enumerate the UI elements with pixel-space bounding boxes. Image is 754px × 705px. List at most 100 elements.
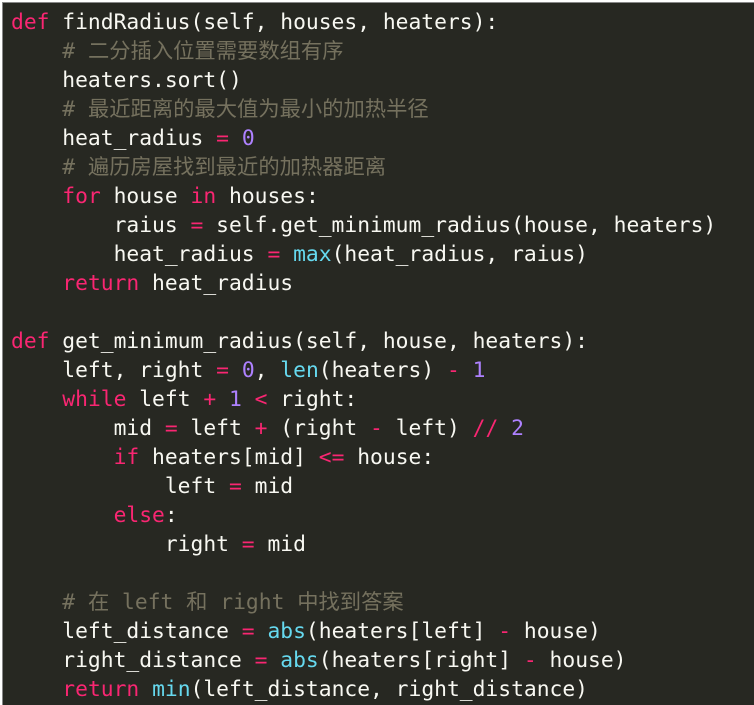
operator-token: = (216, 126, 229, 151)
code-text-token: mid (254, 532, 306, 557)
number-token: 0 (241, 126, 255, 151)
comment-token: # 在 left 和 right 中找到答案 (62, 590, 404, 615)
code-line[interactable]: if heaters[mid] <= house: (11, 443, 716, 472)
code-text-token: : (164, 503, 178, 528)
operator-token: + (203, 387, 217, 412)
code-line[interactable]: return heat_radius (11, 269, 716, 298)
code-line[interactable]: heaters.sort() (11, 66, 716, 95)
builtin-token: max (293, 242, 332, 267)
keyword-token: in (190, 184, 217, 209)
code-line[interactable]: for house in houses: (11, 182, 716, 211)
code-line[interactable]: else: (11, 501, 716, 530)
operator-token: - (446, 358, 460, 383)
operator-token: + (254, 416, 268, 441)
comment-token: # 遍历房屋找到最近的加热器距离 (62, 155, 387, 180)
code-line[interactable]: right = mid (11, 530, 716, 559)
code-text-token: right: (267, 387, 358, 412)
code-area[interactable]: def findRadius(self, houses, heaters): #… (11, 8, 716, 704)
code-text-token: left (11, 474, 229, 499)
code-text-token: (heaters[right] (318, 648, 524, 673)
operator-token: = (241, 532, 255, 557)
code-line[interactable] (11, 559, 716, 588)
code-line[interactable]: return min(left_distance, right_distance… (11, 675, 716, 704)
operator-token: = (254, 648, 268, 673)
code-text-token: (heat_radius, raius) (331, 242, 588, 267)
code-line[interactable]: while left + 1 < right: (11, 385, 716, 414)
code-text-token: self.get_minimum_radius(house, heaters) (203, 213, 717, 238)
code-text-token: , (254, 358, 281, 383)
code-text-token: houses: (216, 184, 319, 209)
builtin-token: min (152, 677, 191, 702)
code-line[interactable]: left = mid (11, 472, 716, 501)
operator-token: - (523, 648, 537, 673)
number-token: 2 (511, 416, 524, 441)
code-text-token: left (177, 416, 255, 441)
code-line[interactable]: heat_radius = 0 (11, 124, 716, 153)
builtin-token: abs (267, 619, 306, 644)
code-line[interactable] (11, 298, 716, 327)
builtin-token: len (280, 358, 319, 383)
number-token: 1 (229, 387, 242, 412)
operator-token: = (241, 619, 255, 644)
code-line[interactable]: # 二分插入位置需要数组有序 (11, 37, 716, 66)
code-text-token: heat_radius (11, 242, 268, 267)
code-line[interactable]: left_distance = abs(heaters[left] - hous… (11, 617, 716, 646)
keyword-token: while (62, 387, 127, 412)
keyword-token: return (62, 271, 140, 296)
code-text-token: left_distance (11, 619, 242, 644)
code-text-token: raius (11, 213, 191, 238)
code-text-token: (heaters) (318, 358, 447, 383)
code-line[interactable]: # 遍历房屋找到最近的加热器距离 (11, 153, 716, 182)
keyword-token: return (62, 677, 140, 702)
operator-token: = (228, 474, 242, 499)
comment-token: # 最近距离的最大值为最小的加热半径 (62, 97, 429, 122)
keyword-token: else (113, 503, 165, 528)
code-text-token: right_distance (11, 648, 255, 673)
code-line[interactable]: right_distance = abs(heaters[right] - ho… (11, 646, 716, 675)
code-text-token: heat_radius (11, 126, 217, 151)
code-text-token: (left_distance, right_distance) (190, 677, 589, 702)
keyword-token: for (62, 184, 101, 209)
code-line[interactable]: def findRadius(self, houses, heaters): (11, 8, 716, 37)
code-text-token: house) (511, 619, 601, 644)
comment-token: # 二分插入位置需要数组有序 (62, 39, 344, 64)
code-text-token: house (100, 184, 191, 209)
code-line[interactable]: heat_radius = max(heat_radius, raius) (11, 240, 716, 269)
code-line[interactable]: raius = self.get_minimum_radius(house, h… (11, 211, 717, 240)
operator-token: - (370, 416, 383, 441)
code-line[interactable]: def get_minimum_radius(self, house, heat… (11, 327, 716, 356)
code-line[interactable]: mid = left + (right - left) // 2 (11, 414, 716, 443)
operator-token: // (472, 416, 499, 441)
code-editor[interactable]: def findRadius(self, houses, heaters): #… (2, 2, 754, 705)
code-text-token: mid (11, 416, 165, 441)
operator-token: = (164, 416, 178, 441)
code-text-token: (heaters[left] (305, 619, 499, 644)
number-token: 1 (472, 358, 486, 383)
code-line[interactable]: left, right = 0, len(heaters) - 1 (11, 356, 716, 385)
code-text-token: heat_radius (139, 271, 294, 296)
code-line[interactable]: # 在 left 和 right 中找到答案 (11, 588, 716, 617)
number-token: 0 (241, 358, 255, 383)
code-text-token: (right (267, 416, 371, 441)
operator-token: = (216, 358, 229, 383)
code-text-token: heaters.sort() (11, 68, 242, 93)
code-line[interactable]: # 最近距离的最大值为最小的加热半径 (11, 95, 716, 124)
